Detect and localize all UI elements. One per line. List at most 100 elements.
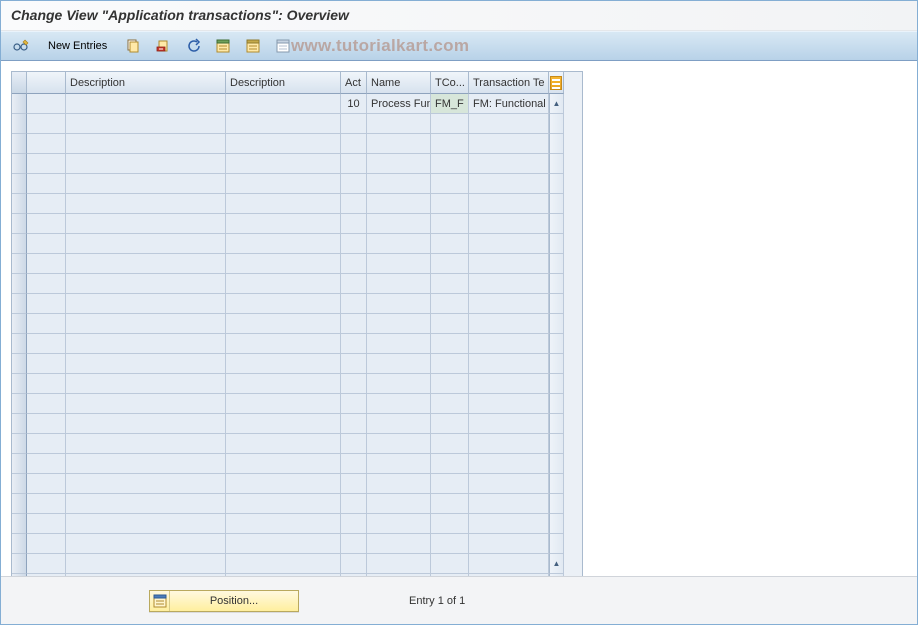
row-selector[interactable] — [12, 134, 27, 154]
row-selector[interactable] — [12, 154, 27, 174]
grid-cell[interactable] — [27, 194, 66, 214]
configure-columns-button[interactable] — [549, 72, 564, 94]
row-selector[interactable] — [12, 494, 27, 514]
grid-cell[interactable] — [27, 254, 66, 274]
grid-cell[interactable] — [226, 234, 341, 254]
grid-cell[interactable] — [66, 194, 226, 214]
grid-cell[interactable] — [431, 474, 469, 494]
grid-cell[interactable] — [367, 434, 431, 454]
grid-cell[interactable] — [226, 254, 341, 274]
grid-cell[interactable] — [469, 134, 549, 154]
row-selector[interactable] — [12, 174, 27, 194]
grid-cell[interactable] — [226, 94, 341, 114]
grid-cell[interactable] — [226, 494, 341, 514]
grid-cell[interactable] — [66, 134, 226, 154]
grid-cell[interactable] — [226, 294, 341, 314]
row-selector[interactable] — [12, 354, 27, 374]
row-selector[interactable] — [12, 554, 27, 574]
grid-cell[interactable] — [341, 554, 367, 574]
grid-cell[interactable] — [431, 234, 469, 254]
grid-cell[interactable] — [341, 334, 367, 354]
grid-cell[interactable] — [226, 414, 341, 434]
grid-cell[interactable] — [66, 494, 226, 514]
grid-cell[interactable] — [66, 94, 226, 114]
grid-cell[interactable] — [27, 274, 66, 294]
row-selector[interactable] — [12, 334, 27, 354]
col-header-name[interactable]: Name — [367, 72, 431, 94]
grid-cell[interactable] — [469, 294, 549, 314]
grid-cell[interactable] — [66, 454, 226, 474]
grid-cell[interactable] — [27, 234, 66, 254]
grid-cell[interactable] — [27, 554, 66, 574]
col-header-description-2[interactable]: Description — [226, 72, 341, 94]
grid-cell[interactable] — [226, 474, 341, 494]
grid-cell[interactable] — [431, 274, 469, 294]
grid-cell[interactable] — [367, 514, 431, 534]
row-selector[interactable] — [12, 234, 27, 254]
grid-cell[interactable] — [27, 314, 66, 334]
grid-cell[interactable] — [341, 214, 367, 234]
grid-cell[interactable] — [27, 414, 66, 434]
grid-cell[interactable] — [66, 294, 226, 314]
grid-cell[interactable] — [367, 334, 431, 354]
grid-cell[interactable] — [27, 114, 66, 134]
grid-cell[interactable] — [27, 394, 66, 414]
grid-cell[interactable] — [431, 194, 469, 214]
grid-cell[interactable] — [27, 214, 66, 234]
grid-cell[interactable] — [341, 514, 367, 534]
grid-cell[interactable] — [469, 314, 549, 334]
grid-cell[interactable] — [341, 314, 367, 334]
row-selector[interactable] — [12, 374, 27, 394]
grid-cell[interactable] — [66, 114, 226, 134]
grid-cell[interactable] — [341, 434, 367, 454]
grid-cell[interactable] — [66, 474, 226, 494]
grid-cell[interactable] — [66, 234, 226, 254]
grid-cell[interactable] — [66, 274, 226, 294]
grid-cell[interactable] — [226, 314, 341, 334]
grid-cell[interactable] — [469, 174, 549, 194]
grid-cell[interactable] — [226, 374, 341, 394]
grid-cell[interactable] — [341, 254, 367, 274]
row-selector[interactable] — [12, 214, 27, 234]
grid-cell[interactable] — [367, 274, 431, 294]
position-button[interactable]: Position... — [149, 590, 299, 612]
grid-cell[interactable] — [27, 354, 66, 374]
grid-cell[interactable] — [469, 474, 549, 494]
grid-cell[interactable] — [469, 514, 549, 534]
undo-change-button[interactable] — [180, 35, 206, 57]
grid-cell[interactable] — [27, 434, 66, 454]
grid-cell[interactable]: FM: Functional — [469, 94, 549, 114]
copy-as-button[interactable] — [120, 35, 146, 57]
grid-cell[interactable] — [469, 114, 549, 134]
row-selector[interactable] — [12, 254, 27, 274]
grid-cell[interactable] — [367, 194, 431, 214]
grid-cell[interactable] — [226, 134, 341, 154]
grid-cell[interactable] — [341, 534, 367, 554]
grid-cell[interactable] — [431, 254, 469, 274]
grid-cell[interactable] — [469, 154, 549, 174]
grid-cell[interactable] — [341, 414, 367, 434]
row-selector[interactable] — [12, 314, 27, 334]
grid-cell[interactable] — [27, 94, 66, 114]
grid-cell[interactable]: Process Fun... — [367, 94, 431, 114]
grid-cell[interactable] — [226, 394, 341, 414]
grid-cell[interactable] — [341, 474, 367, 494]
grid-cell[interactable] — [66, 334, 226, 354]
grid-cell[interactable] — [341, 174, 367, 194]
grid-cell[interactable] — [367, 474, 431, 494]
grid-cell[interactable] — [341, 154, 367, 174]
grid-cell[interactable] — [431, 134, 469, 154]
grid-cell[interactable] — [27, 294, 66, 314]
grid-cell[interactable] — [226, 274, 341, 294]
grid-cell[interactable] — [469, 354, 549, 374]
grid-cell[interactable] — [431, 394, 469, 414]
toggle-display-change-button[interactable] — [7, 35, 35, 57]
grid-cell[interactable] — [226, 354, 341, 374]
grid-cell[interactable] — [341, 494, 367, 514]
grid-cell[interactable] — [469, 334, 549, 354]
grid-cell[interactable] — [431, 554, 469, 574]
grid-cell[interactable] — [469, 214, 549, 234]
grid-cell[interactable] — [431, 174, 469, 194]
grid-cell[interactable] — [431, 434, 469, 454]
grid-cell[interactable] — [469, 254, 549, 274]
